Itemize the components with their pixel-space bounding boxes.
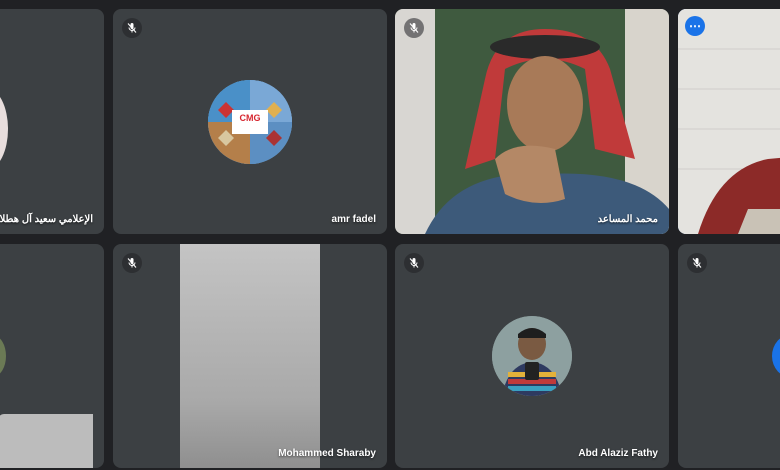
avatar	[0, 89, 8, 169]
mic-off-icon	[404, 18, 424, 38]
logo-text: CMG	[239, 113, 261, 123]
video-feed	[395, 9, 669, 234]
avatar	[772, 334, 780, 378]
mic-off-icon	[122, 18, 142, 38]
participant-tile[interactable]: Mohammed Sharaby	[113, 244, 387, 468]
participant-name: amr fadel	[331, 214, 376, 225]
participant-tile[interactable]	[678, 244, 780, 468]
avatar	[492, 316, 572, 396]
video-feed	[180, 244, 320, 468]
participant-tile[interactable]: Abd Alaziz Fathy	[395, 244, 669, 468]
participant-name: الإعلامي سعيد آل هطلاء	[0, 214, 93, 225]
self-view-thumbnail	[0, 414, 93, 468]
participant-name: Mohammed Sharaby	[278, 448, 376, 459]
mic-off-icon	[122, 253, 142, 273]
mic-off-icon	[404, 253, 424, 273]
participant-name: محمد المساعد	[597, 214, 658, 225]
participant-name: Abd Alaziz Fathy	[578, 448, 658, 459]
mic-off-icon	[687, 253, 707, 273]
participant-tile[interactable]: ⋯	[678, 9, 780, 234]
participant-tile[interactable]: الإعلامي سعيد آل هطلاء	[0, 9, 104, 234]
avatar: CMG	[208, 80, 292, 164]
video-feed	[678, 9, 780, 234]
participant-tile[interactable]: CMG amr fadel	[113, 9, 387, 234]
participant-tile[interactable]	[0, 244, 104, 468]
participant-tile[interactable]: محمد المساعد	[395, 9, 669, 234]
avatar	[0, 336, 6, 376]
more-options-icon[interactable]: ⋯	[685, 16, 705, 36]
